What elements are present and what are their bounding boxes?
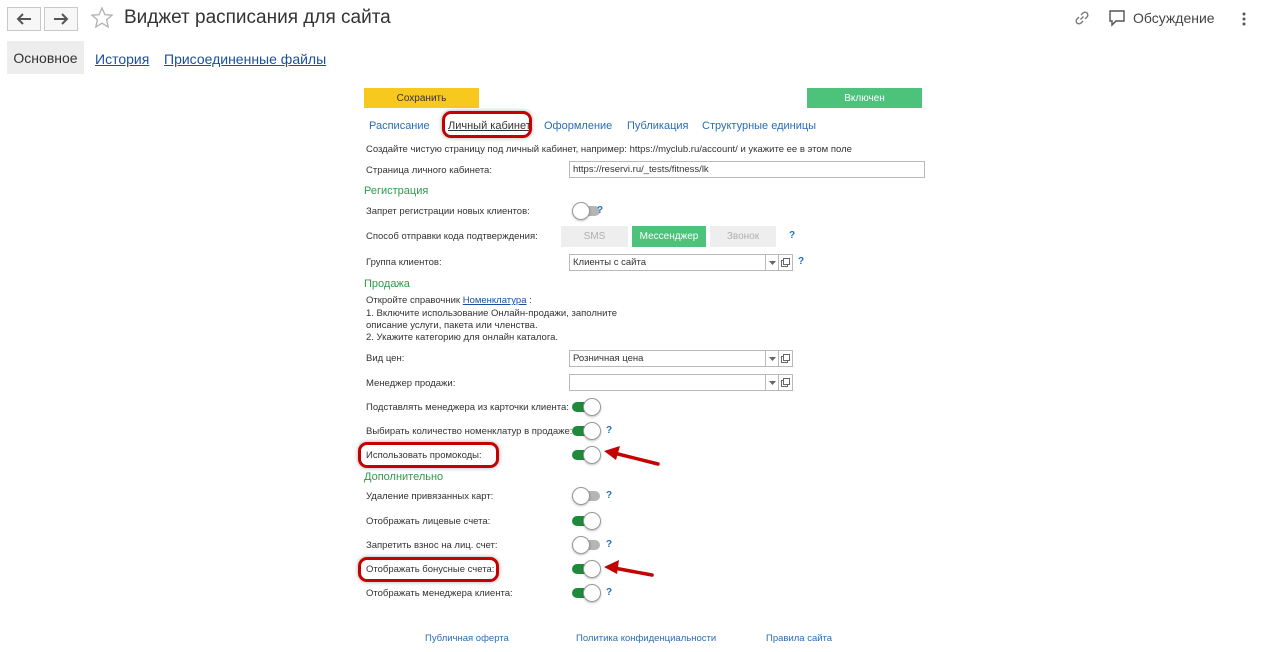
tab-main[interactable]: Основное xyxy=(7,41,84,74)
client-group-open[interactable] xyxy=(779,254,793,271)
annotation-arrow-icon xyxy=(604,446,660,466)
section-registration: Регистрация xyxy=(364,185,429,197)
sales-note-prefix: Откройте справочник xyxy=(366,295,461,306)
choose-qty-label: Выбирать количество номенклатур в продаж… xyxy=(366,426,573,437)
discussion-label: Обсуждение xyxy=(1133,10,1215,26)
price-type-input[interactable]: Розничная цена xyxy=(569,350,766,367)
highlight-account-tab xyxy=(442,111,532,138)
widget-tab-schedule[interactable]: Расписание xyxy=(369,120,430,132)
enabled-button[interactable]: Включен xyxy=(807,88,922,108)
code-method-sms[interactable]: SMS xyxy=(561,226,628,247)
code-method-call[interactable]: Звонок xyxy=(710,226,776,247)
sales-manager-open[interactable] xyxy=(779,374,793,391)
sales-note-line1: 1. Включите использование Онлайн-продажи… xyxy=(366,308,617,319)
page-title: Виджет расписания для сайта xyxy=(124,7,391,28)
price-type-label: Вид цен: xyxy=(366,353,405,364)
show-accounts-toggle[interactable] xyxy=(572,512,601,530)
forward-button[interactable] xyxy=(44,7,78,31)
forbid-deposit-toggle[interactable] xyxy=(572,536,600,554)
promocodes-toggle[interactable] xyxy=(572,446,601,464)
block-registration-toggle[interactable] xyxy=(572,202,600,220)
show-manager-toggle[interactable] xyxy=(572,584,601,602)
sales-note-line2: описание услуги, пакета или членства. xyxy=(366,320,538,331)
sales-manager-input[interactable] xyxy=(569,374,766,391)
client-group-label: Группа клиентов: xyxy=(366,257,442,268)
help-icon[interactable]: ? xyxy=(606,587,612,598)
help-icon[interactable]: ? xyxy=(606,425,612,436)
help-icon[interactable]: ? xyxy=(597,205,603,216)
help-icon[interactable]: ? xyxy=(789,230,795,241)
widget-tab-design[interactable]: Оформление xyxy=(544,120,612,132)
sales-note-line0: Откройте справочник Номенклатура : xyxy=(366,295,532,306)
back-button[interactable] xyxy=(7,7,41,31)
forward-arrow-icon xyxy=(54,13,69,25)
show-manager-label: Отображать менеджера клиента: xyxy=(366,588,513,599)
account-hint: Создайте чистую страницу под личный каби… xyxy=(366,144,852,155)
show-bonus-toggle[interactable] xyxy=(572,560,601,578)
public-offer-link[interactable]: Публичная оферта xyxy=(425,633,509,644)
show-accounts-label: Отображать лицевые счета: xyxy=(366,516,491,527)
tab-attachments[interactable]: Присоединенные файлы xyxy=(164,51,326,67)
help-icon[interactable]: ? xyxy=(798,256,804,267)
nomenclature-link[interactable]: Номенклатура xyxy=(463,295,527,306)
widget-tab-publication[interactable]: Публикация xyxy=(627,120,688,132)
choose-qty-toggle[interactable] xyxy=(572,422,601,440)
comment-icon xyxy=(1109,10,1125,27)
sales-note-line3: 2. Укажите категорию для онлайн каталога… xyxy=(366,332,559,343)
dropdown-arrow-icon xyxy=(768,356,776,361)
tab-history[interactable]: История xyxy=(95,51,149,67)
sales-manager-dropdown[interactable] xyxy=(766,374,779,391)
sales-manager-label: Менеджер продажи: xyxy=(366,378,456,389)
block-registration-label: Запрет регистрации новых клиентов: xyxy=(366,206,530,217)
forbid-deposit-label: Запретить взнос на лиц. счет: xyxy=(366,540,498,551)
substitute-manager-label: Подставлять менеджера из карточки клиент… xyxy=(366,402,569,413)
delete-cards-label: Удаление привязанных карт: xyxy=(366,491,494,502)
price-type-dropdown[interactable] xyxy=(766,350,779,367)
help-icon[interactable]: ? xyxy=(606,539,612,550)
account-page-input[interactable]: https://reservi.ru/_tests/fitness/lk xyxy=(569,161,925,178)
link-button[interactable] xyxy=(1073,9,1091,27)
highlight-bonus xyxy=(358,557,499,582)
client-group-input[interactable]: Клиенты с сайта xyxy=(569,254,766,271)
save-button[interactable]: Сохранить xyxy=(364,88,479,108)
sales-note-suffix: : xyxy=(529,295,532,306)
code-method-messenger[interactable]: Мессенджер xyxy=(632,226,706,247)
discussion-button[interactable]: Обсуждение xyxy=(1108,9,1215,27)
delete-cards-toggle[interactable] xyxy=(572,487,600,505)
highlight-promocodes xyxy=(358,442,499,468)
account-page-label: Страница личного кабинета: xyxy=(366,165,492,176)
section-extra: Дополнительно xyxy=(364,471,444,483)
open-form-icon xyxy=(781,378,790,387)
open-form-icon xyxy=(781,354,790,363)
favorite-button[interactable] xyxy=(90,6,114,35)
client-group-dropdown[interactable] xyxy=(766,254,779,271)
section-sales: Продажа xyxy=(364,278,410,290)
code-method-label: Способ отправки кода подтверждения: xyxy=(366,231,538,242)
privacy-policy-link[interactable]: Политика конфиденциальности xyxy=(576,633,716,644)
link-icon xyxy=(1075,11,1089,25)
dropdown-arrow-icon xyxy=(768,260,776,265)
substitute-manager-toggle[interactable] xyxy=(572,398,601,416)
widget-tab-units[interactable]: Структурные единицы xyxy=(702,120,816,132)
more-vert-icon xyxy=(1242,12,1246,26)
open-form-icon xyxy=(781,258,790,267)
back-arrow-icon xyxy=(16,13,31,25)
more-button[interactable] xyxy=(1240,11,1248,27)
price-type-open[interactable] xyxy=(779,350,793,367)
star-icon xyxy=(90,6,114,29)
annotation-arrow-icon xyxy=(604,560,654,577)
dropdown-arrow-icon xyxy=(768,380,776,385)
help-icon[interactable]: ? xyxy=(606,490,612,501)
site-rules-link[interactable]: Правила сайта xyxy=(766,633,832,644)
